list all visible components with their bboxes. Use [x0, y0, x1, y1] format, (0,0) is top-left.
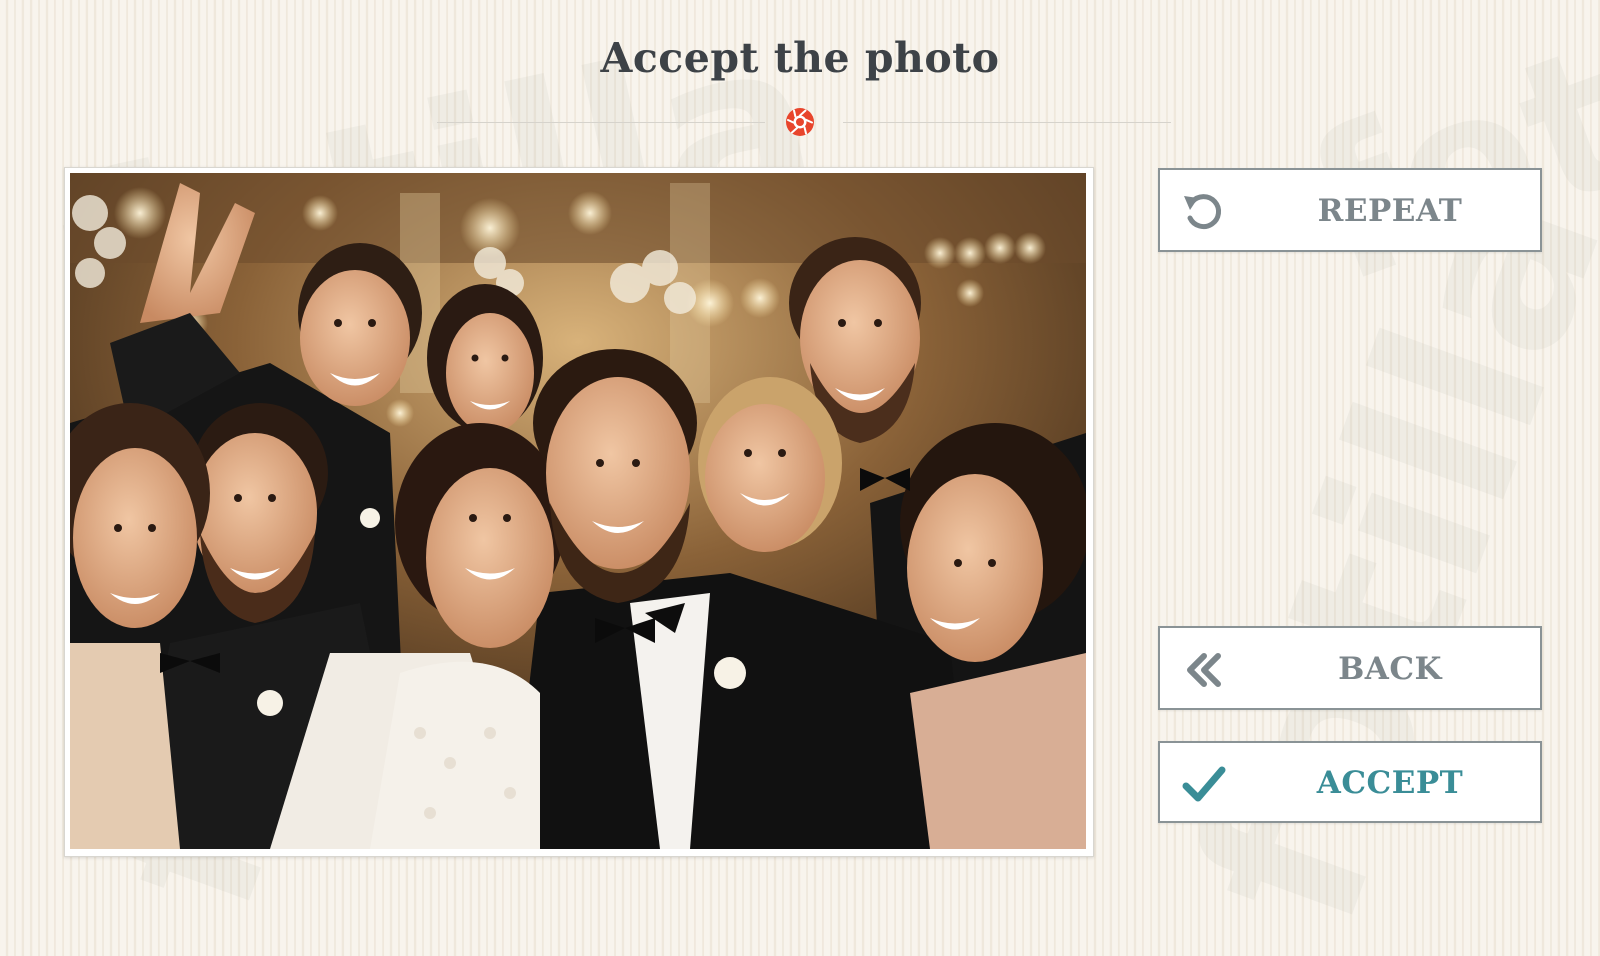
accept-button-label: ACCEPT: [1316, 765, 1464, 801]
title-divider-right: [843, 122, 1171, 123]
double-chevron-left-icon: [1187, 653, 1221, 687]
brand-watermark: fotilla: [1144, 150, 1600, 956]
back-button[interactable]: BACK: [1158, 626, 1542, 710]
captured-photo: [70, 173, 1086, 849]
repeat-button[interactable]: REPEAT: [1158, 168, 1542, 252]
repeat-button-label: REPEAT: [1317, 193, 1463, 229]
page-title: Accept the photo: [600, 34, 1000, 82]
title-divider-left: [437, 122, 765, 123]
accept-button[interactable]: ACCEPT: [1158, 741, 1542, 823]
back-button-label: BACK: [1338, 651, 1442, 687]
rotate-ccw-icon: [1184, 194, 1221, 230]
photo-review-screen: { "page": { "title": "Accept the photo",…: [0, 0, 1600, 956]
photo-frame: [64, 167, 1094, 857]
checkmark-icon: [1182, 766, 1226, 802]
camera-shutter-icon: [786, 108, 814, 136]
